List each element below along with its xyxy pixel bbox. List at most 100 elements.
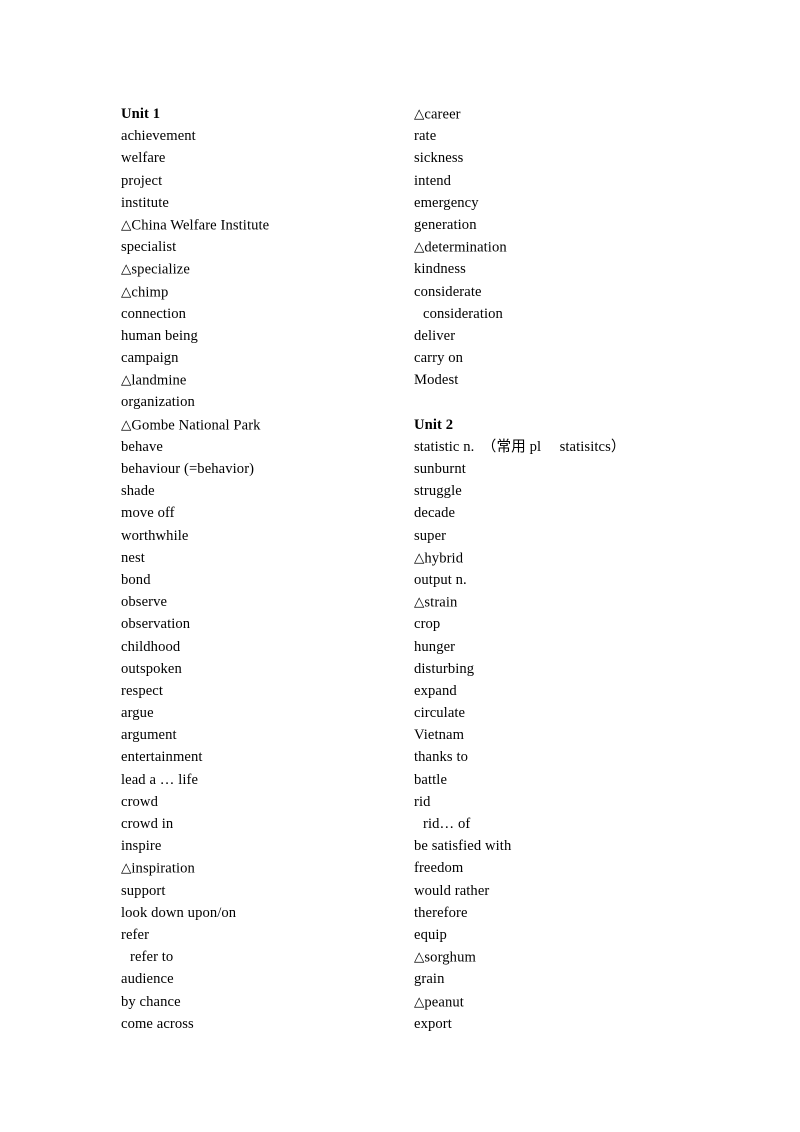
- entry-text: rid: [414, 793, 431, 810]
- unit-heading: Unit 2: [414, 414, 744, 436]
- entry-text: support: [121, 882, 166, 899]
- hollow-triangle-icon: △: [414, 993, 425, 1009]
- entry-text: crowd: [121, 793, 158, 810]
- left-column: Unit 1 achievement welfare project institute…: [121, 103, 414, 1035]
- vocabulary-entry: sickness: [414, 147, 744, 169]
- entry-text: Modest: [414, 372, 459, 389]
- vocabulary-entry: freedom: [414, 857, 744, 879]
- entry-text: crowd in: [121, 816, 174, 832]
- vocabulary-entry: expand: [414, 680, 744, 702]
- entry-text: crop: [414, 616, 441, 633]
- hollow-triangle-icon: △: [414, 106, 425, 121]
- entry-text: observe: [121, 594, 168, 611]
- entry-text: behaviour (=behavior): [121, 461, 255, 477]
- entry-text: childhood: [121, 638, 181, 655]
- vocabulary-entry: △inspiration: [121, 857, 414, 879]
- vocabulary-entry: crowd: [121, 791, 414, 813]
- vocabulary-entry: △specialize: [121, 258, 414, 280]
- vocabulary-entry: △Gombe National Park: [121, 414, 414, 436]
- vocabulary-entry: △peanut: [414, 991, 744, 1013]
- vocabulary-entry: bond: [121, 569, 414, 591]
- entry-text: career: [424, 106, 461, 123]
- vocabulary-entry: therefore: [414, 902, 744, 924]
- entry-text: inspire: [121, 838, 162, 855]
- entry-text: observation: [121, 616, 191, 633]
- entry-text: statistic n. （常用 pl statisitcs）: [414, 438, 626, 455]
- entry-text: organization: [121, 394, 195, 411]
- entry-text: by chance: [121, 993, 181, 1010]
- entry-text: specialist: [121, 239, 177, 256]
- vocabulary-entry: institute: [121, 192, 414, 214]
- vocabulary-entry: be satisfied with: [414, 835, 744, 857]
- entry-text: China Welfare Institute: [131, 217, 270, 234]
- entry-text: landmine: [131, 372, 187, 389]
- right-column: △career rate sickness intend emergency genera…: [414, 103, 744, 1035]
- entry-text: grain: [414, 971, 445, 988]
- word-list-columns: Unit 1 achievement welfare project institute…: [0, 103, 800, 1035]
- vocabulary-entry: come across: [121, 1013, 414, 1035]
- entry-text: disturbing: [414, 660, 475, 677]
- vocabulary-entry: emergency: [414, 192, 744, 214]
- vocabulary-entry: statistic n. （常用 pl statisitcs）: [414, 436, 744, 458]
- entry-text: bond: [121, 571, 151, 588]
- vocabulary-entry: respect: [121, 680, 414, 702]
- vocabulary-entry: crop: [414, 613, 744, 635]
- vocabulary-entry: crowd in: [121, 813, 414, 835]
- entry-text: hybrid: [424, 550, 464, 567]
- vocabulary-entry: nest: [121, 547, 414, 569]
- entry-text: entertainment: [121, 749, 203, 766]
- entry-text: decade: [414, 505, 456, 522]
- vocabulary-entry: disturbing: [414, 658, 744, 680]
- vocabulary-entry: look down upon/on: [121, 902, 414, 924]
- entry-text: rate: [414, 128, 437, 145]
- entry-text: lead a … life: [121, 771, 199, 788]
- hollow-triangle-icon: △: [121, 283, 132, 299]
- vocabulary-entry: sunburnt: [414, 458, 744, 480]
- hollow-triangle-icon: △: [414, 549, 425, 565]
- entry-text: be satisfied with: [414, 838, 512, 855]
- vocabulary-entry: rid: [414, 791, 744, 813]
- entry-text: institute: [121, 194, 169, 211]
- entry-text: expand: [414, 682, 457, 699]
- vocabulary-entry: observation: [121, 613, 414, 635]
- vocabulary-entry: inspire: [121, 835, 414, 857]
- entry-text: project: [121, 172, 163, 189]
- entry-text: emergency: [414, 194, 479, 211]
- vocabulary-entry: observe: [121, 591, 414, 613]
- entry-text: move off: [121, 505, 175, 522]
- entry-text: sunburnt: [414, 461, 466, 477]
- entry-text: Gombe National Park: [131, 417, 261, 434]
- entry-text: Vietnam: [414, 727, 465, 744]
- hollow-triangle-icon: △: [414, 239, 425, 255]
- entry-text: would rather: [414, 882, 490, 899]
- entry-text: generation: [414, 216, 477, 233]
- vocabulary-entry: behaviour (=behavior): [121, 458, 414, 480]
- vocabulary-entry: grain: [414, 968, 744, 990]
- vocabulary-entry: behave: [121, 436, 414, 458]
- vocabulary-entry: argue: [121, 702, 414, 724]
- entry-text: output n.: [414, 571, 467, 588]
- unit-heading-label: Unit 1: [121, 106, 161, 122]
- vocabulary-entry: childhood: [121, 636, 414, 658]
- entry-text: connection: [121, 305, 187, 322]
- entry-text: super: [414, 527, 447, 544]
- vocabulary-entry: support: [121, 880, 414, 902]
- vocabulary-entry: Vietnam: [414, 724, 744, 746]
- entry-text: sickness: [414, 150, 464, 167]
- vocabulary-entry: campaign: [121, 347, 414, 369]
- entry-text: export: [414, 1015, 452, 1032]
- vocabulary-entry: △strain: [414, 591, 744, 613]
- vocabulary-entry: would rather: [414, 880, 744, 902]
- entry-text: deliver: [414, 327, 456, 344]
- entry-text: peanut: [424, 994, 464, 1010]
- vocabulary-entry: audience: [121, 968, 414, 990]
- hollow-triangle-icon: △: [121, 416, 132, 432]
- entry-text: carry on: [414, 350, 464, 367]
- entry-text: freedom: [414, 860, 464, 877]
- vocabulary-entry: battle: [414, 769, 744, 791]
- entry-text: sorghum: [424, 949, 476, 966]
- entry-text: nest: [121, 549, 145, 566]
- entry-text: rid… of: [423, 816, 471, 832]
- vocabulary-entry: shade: [121, 480, 414, 502]
- vocabulary-entry: outspoken: [121, 658, 414, 680]
